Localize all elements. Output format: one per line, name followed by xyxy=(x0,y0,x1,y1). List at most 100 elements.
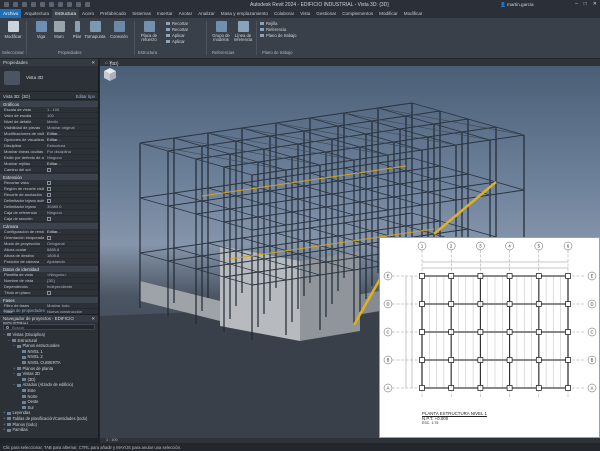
panel-workplane[interactable]: Plano de trabajo xyxy=(262,50,293,55)
panel-references[interactable]: Referencias xyxy=(212,50,234,55)
brace-button[interactable]: Tornapunta xyxy=(84,21,106,39)
tab-colaborar[interactable]: Colaborar xyxy=(271,9,297,18)
maximize-button[interactable]: □ xyxy=(584,1,587,7)
property-value[interactable]: Ortogonal xyxy=(44,241,98,246)
edit-button[interactable]: Editar... xyxy=(44,131,98,136)
checkbox[interactable] xyxy=(47,199,51,203)
property-value[interactable] xyxy=(44,198,98,203)
close-icon[interactable]: ✕ xyxy=(91,316,95,322)
view-icon xyxy=(7,411,11,415)
property-row[interactable]: Título en plano xyxy=(0,290,98,296)
instance-filter[interactable]: Vista 3D: {3D} Editar tipo xyxy=(0,92,98,100)
browser-search-input[interactable]: Buscar xyxy=(3,324,95,330)
close-button[interactable]: ✕ xyxy=(593,1,597,7)
property-value[interactable]: Por disciplina xyxy=(44,149,98,154)
tab-masa[interactable]: Masa y emplazamiento xyxy=(218,9,271,18)
tab-anotar[interactable]: Anotar xyxy=(176,9,196,18)
open-icon[interactable] xyxy=(13,2,18,7)
plan-column xyxy=(419,329,425,335)
checkbox[interactable] xyxy=(47,187,51,191)
checkbox[interactable] xyxy=(47,181,51,185)
tab-complementos[interactable]: Complementos xyxy=(339,9,376,18)
type-selector[interactable]: Vista 3D xyxy=(0,66,98,92)
property-row[interactable]: Camino del sol xyxy=(0,167,98,173)
checkbox[interactable] xyxy=(47,236,51,240)
tab-insertar[interactable]: Insertar xyxy=(154,9,176,18)
properties-help-link[interactable]: Ayuda de propiedades xyxy=(3,308,45,313)
cursor-icon xyxy=(7,21,19,32)
edit-button[interactable]: Editar... xyxy=(44,137,98,142)
property-key: Modo de proyección xyxy=(4,241,41,246)
property-value[interactable] xyxy=(44,290,98,295)
connection-button[interactable]: Conexión xyxy=(108,21,130,39)
tab-vista[interactable]: Vista xyxy=(297,9,313,18)
property-value[interactable]: Independiente xyxy=(44,284,98,289)
property-value[interactable] xyxy=(44,216,98,221)
redo-icon[interactable] xyxy=(40,2,45,7)
property-value[interactable] xyxy=(44,186,98,191)
view-scale[interactable]: 1 : 100 xyxy=(106,438,118,442)
edit-button[interactable]: Editar... xyxy=(44,161,98,166)
model-group-button[interactable]: Grupo de modelos xyxy=(210,21,232,43)
property-value[interactable] xyxy=(44,167,98,172)
panel-structure[interactable]: Estructura xyxy=(138,50,157,55)
property-key: Camino del sol xyxy=(4,167,31,172)
tab-sistemas[interactable]: Sistemas xyxy=(129,9,154,18)
property-value[interactable]: 100 xyxy=(44,113,98,118)
property-value[interactable]: 30480.0 xyxy=(44,204,98,209)
property-row[interactable]: Caja de sección xyxy=(0,216,98,222)
property-value[interactable]: Mostrar todo xyxy=(44,303,98,308)
tab-gestionar[interactable]: Gestionar xyxy=(313,9,339,18)
print-icon[interactable] xyxy=(49,2,54,7)
measure-icon[interactable] xyxy=(58,2,63,7)
section-icon[interactable] xyxy=(85,2,90,7)
app-menu-icon[interactable] xyxy=(4,2,9,7)
property-value[interactable]: Ninguno xyxy=(44,155,98,160)
panel-properties[interactable]: Propiedades xyxy=(58,50,82,55)
property-value[interactable]: Medio xyxy=(44,119,98,124)
checkbox[interactable] xyxy=(47,291,51,295)
tab-arquitectura[interactable]: Arquitectura xyxy=(21,9,52,18)
save-icon[interactable] xyxy=(22,2,27,7)
modify-list: Recortar Recortar Aplicar Aplicar xyxy=(166,21,188,45)
apply-item-2[interactable]: Aplicar xyxy=(166,39,188,45)
checkbox[interactable] xyxy=(47,217,51,221)
undo-icon[interactable] xyxy=(31,2,36,7)
tab-archivo[interactable]: Archivo xyxy=(0,9,22,18)
property-value[interactable]: Ajustando xyxy=(44,259,98,264)
modify-button[interactable]: Modificar xyxy=(2,21,24,39)
property-value[interactable]: Estructura xyxy=(44,143,98,148)
viewcube-icon[interactable] xyxy=(100,66,120,82)
property-value[interactable]: 6885.8 xyxy=(44,247,98,252)
ref-line-button[interactable]: Línea de referencia xyxy=(232,21,254,43)
property-value[interactable]: Mostrar original xyxy=(44,125,98,130)
property-row[interactable]: Posición de cámara Ajustando xyxy=(0,259,98,265)
property-value[interactable]: <Ninguno> xyxy=(44,272,98,277)
checkbox[interactable] xyxy=(47,193,51,197)
tab-modificar-2[interactable]: Modificar xyxy=(401,9,426,18)
property-value[interactable] xyxy=(44,235,98,240)
edit-button[interactable]: Editar... xyxy=(44,229,98,234)
workplane-item[interactable]: Plano de trabajo xyxy=(260,33,297,39)
3d-view-icon[interactable] xyxy=(76,2,81,7)
edit-type-button[interactable]: Editar tipo xyxy=(76,94,95,99)
property-value[interactable]: 1808.8 xyxy=(44,253,98,258)
minimize-button[interactable]: – xyxy=(575,1,578,7)
user-account[interactable]: 👤 martin.garcia xyxy=(500,2,534,8)
plate-button[interactable]: Placa de refuerzo xyxy=(138,21,160,43)
property-value[interactable] xyxy=(44,180,98,185)
tab-prefabricado[interactable]: Prefabricado xyxy=(97,9,129,18)
property-value[interactable]: 1 : 100 xyxy=(44,107,98,112)
property-value[interactable]: Ninguno xyxy=(44,210,98,215)
tab-acero[interactable]: Acero xyxy=(79,9,97,18)
tab-modificar[interactable]: Modificar xyxy=(376,9,401,18)
tab-analizar[interactable]: Analizar xyxy=(195,9,218,18)
properties-title: Propiedades ✕ xyxy=(0,59,98,66)
property-value[interactable]: {3D} xyxy=(44,278,98,283)
tab-estructura[interactable]: Estructura xyxy=(52,9,80,18)
panel-select[interactable]: Seleccionar xyxy=(2,50,24,55)
checkbox[interactable] xyxy=(47,168,51,172)
tree-item[interactable]: + Familias xyxy=(0,427,98,433)
property-value[interactable] xyxy=(44,192,98,197)
text-icon[interactable] xyxy=(67,2,72,7)
